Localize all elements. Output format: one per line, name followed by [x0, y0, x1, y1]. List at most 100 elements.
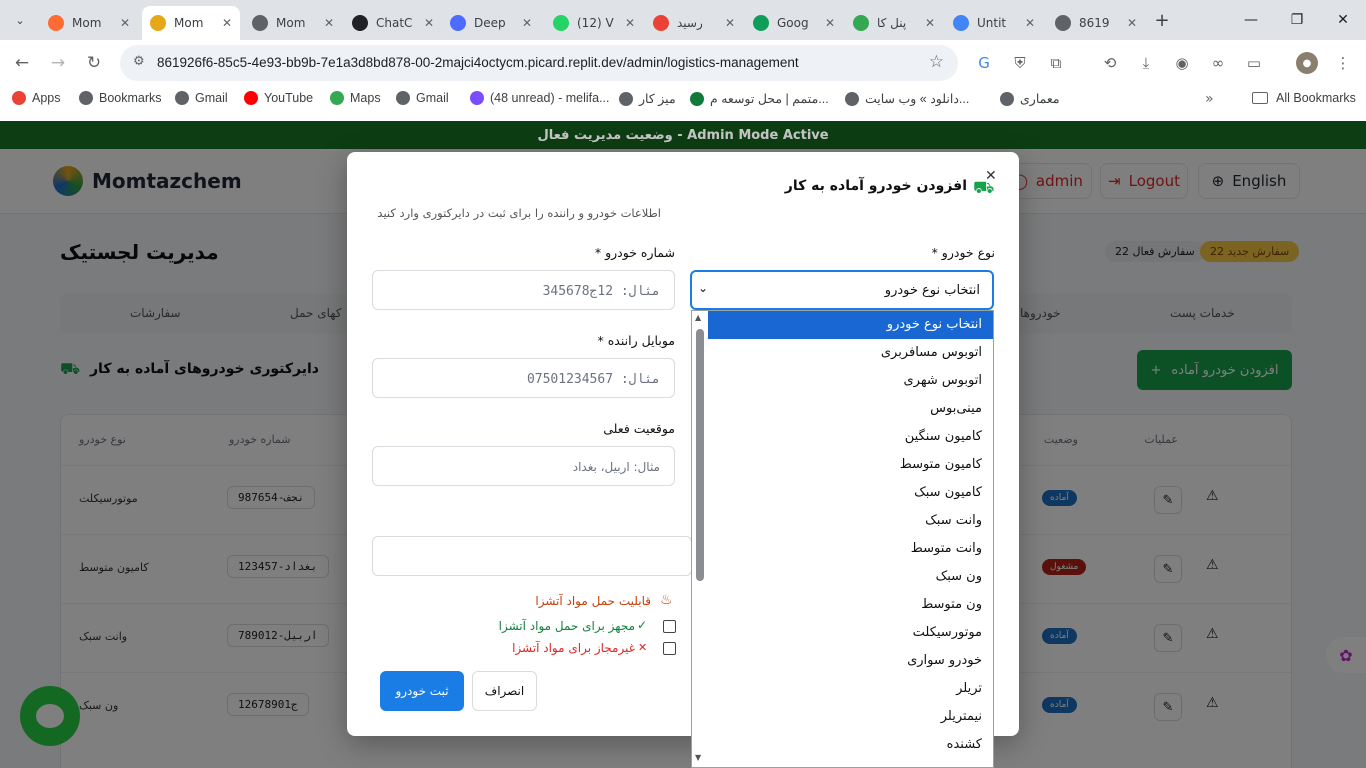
back-button[interactable]: ← — [8, 49, 36, 77]
bookmark-item[interactable]: دانلود » وب سایت... — [845, 91, 969, 106]
close-tab-icon[interactable]: ✕ — [522, 16, 532, 30]
browser-tab[interactable]: (12) V ✕ — [545, 6, 643, 40]
profile-avatar[interactable]: ● — [1296, 52, 1318, 74]
vehicle-type-option[interactable]: کامیون متوسط — [708, 451, 993, 479]
browser-tab[interactable]: Goog ✕ — [745, 6, 843, 40]
close-tab-icon[interactable]: ✕ — [825, 16, 835, 30]
close-tab-icon[interactable]: ✕ — [222, 16, 232, 30]
screenshot-icon[interactable]: ◉ — [1171, 52, 1193, 74]
forbidden-checkbox[interactable] — [663, 642, 676, 655]
bookmark-label: Gmail — [195, 91, 228, 105]
close-window-button[interactable]: ✕ — [1320, 0, 1366, 40]
vehicle-type-option[interactable]: ون متوسط — [708, 591, 993, 619]
allowed-label: مجهز برای حمل مواد آتشزا — [498, 619, 635, 633]
dialog-title: افزودن خودرو آماده به کار — [784, 178, 967, 194]
bookmark-item[interactable]: متمم | محل توسعه م... — [690, 91, 829, 106]
reading-mode-icon[interactable]: ▭ — [1243, 52, 1265, 74]
bookmark-item[interactable]: Gmail — [175, 91, 228, 105]
bookmark-item[interactable]: Apps — [12, 91, 61, 105]
close-tab-icon[interactable]: ✕ — [324, 16, 334, 30]
notes-input[interactable] — [372, 536, 692, 576]
vehicle-type-option[interactable]: کامیون سنگین — [708, 423, 993, 451]
browser-tab[interactable]: Mom ✕ — [244, 6, 342, 40]
vehicle-type-option[interactable]: وانت متوسط — [708, 535, 993, 563]
minimize-button[interactable]: — — [1228, 0, 1274, 40]
vehicle-type-option[interactable]: نیمتریلر — [708, 703, 993, 731]
allowed-checkbox[interactable] — [663, 620, 676, 633]
close-tab-icon[interactable]: ✕ — [1127, 16, 1137, 30]
vehicle-type-option[interactable]: موتورسیکلت — [708, 619, 993, 647]
extensions-icon[interactable]: ⧉ — [1045, 52, 1067, 74]
browser-tab[interactable]: رسید ✕ — [645, 6, 743, 40]
dropdown-scrollbar[interactable]: ▲ ▼ — [692, 311, 708, 767]
vehicle-type-option[interactable]: ون سبک — [708, 563, 993, 591]
cancel-button[interactable]: انصراف — [472, 671, 537, 711]
close-tab-icon[interactable]: ✕ — [1025, 16, 1035, 30]
vehicle-type-option[interactable]: کامیون سبک — [708, 479, 993, 507]
bookmark-favicon-icon — [12, 91, 26, 105]
scroll-up-arrow-icon[interactable]: ▲ — [695, 313, 701, 322]
tab-search-button[interactable]: ⌄ — [8, 8, 32, 32]
truck-title-icon: ⛟ — [973, 178, 995, 198]
vehicle-type-option[interactable]: انتخاب نوع خودرو — [708, 311, 993, 339]
vehicle-type-option[interactable]: خودرو سواری — [708, 647, 993, 675]
all-bookmarks-folder[interactable]: All Bookmarks — [1252, 91, 1356, 105]
vehicle-type-option[interactable]: اتوبوس مسافربری — [708, 339, 993, 367]
bookmark-item[interactable]: YouTube — [244, 91, 313, 105]
bookmark-item[interactable]: (48 unread) - melifa... — [470, 91, 610, 105]
tab-title: Mom — [174, 16, 204, 30]
bookmark-star-icon[interactable]: ☆ — [929, 52, 944, 72]
browser-tab[interactable]: Untit ✕ — [945, 6, 1043, 40]
location-input[interactable]: مثال: اربیل، بغداد — [372, 446, 675, 486]
menu-icon[interactable]: ⋮ — [1332, 52, 1354, 74]
tab-favicon-icon — [150, 15, 166, 31]
maximize-button[interactable]: ❐ — [1274, 0, 1320, 40]
tab-title: Deep — [474, 16, 506, 30]
new-tab-button[interactable]: + — [1150, 8, 1174, 32]
submit-vehicle-button[interactable]: ثبت خودرو — [380, 671, 464, 711]
vehicle-type-options-list[interactable]: ▲ ▼ انتخاب نوع خودرو اتوبوس مسافربری اتوبو… — [691, 310, 994, 768]
bookmark-item[interactable]: Maps — [330, 91, 381, 105]
plate-input[interactable]: مثال: 12ج345678 — [372, 270, 675, 310]
vehicle-type-option[interactable]: مینی‌بوس — [708, 395, 993, 423]
close-tab-icon[interactable]: ✕ — [424, 16, 434, 30]
reload-button[interactable]: ↻ — [80, 49, 108, 77]
close-tab-icon[interactable]: ✕ — [925, 16, 935, 30]
browser-tab[interactable]: ChatC ✕ — [344, 6, 442, 40]
browser-tab[interactable]: پنل کا ✕ — [845, 6, 943, 40]
bookmark-item[interactable]: Bookmarks — [79, 91, 162, 105]
vehicle-type-option[interactable]: اتوبوس شهری — [708, 367, 993, 395]
forbidden-label: غیرمجاز برای مواد آتشزا — [512, 641, 635, 655]
plate-placeholder: مثال: 12ج345678 — [542, 284, 660, 299]
bookmark-item[interactable]: معماری — [1000, 91, 1060, 106]
tab-favicon-icon — [953, 15, 969, 31]
bookmark-label: Apps — [32, 91, 61, 105]
bookmark-item[interactable]: میز کار — [619, 91, 676, 106]
close-tab-icon[interactable]: ✕ — [120, 16, 130, 30]
browser-tab[interactable]: 8619 ✕ — [1047, 6, 1145, 40]
vehicle-type-option[interactable]: کشنده — [708, 731, 993, 759]
browser-tab[interactable]: Mom ✕ — [40, 6, 138, 40]
translate-icon[interactable]: G — [973, 52, 995, 74]
forward-button[interactable]: → — [44, 49, 72, 77]
browser-tab[interactable]: Mom ✕ — [142, 6, 240, 40]
bookmark-item[interactable]: Gmail — [396, 91, 449, 105]
close-tab-icon[interactable]: ✕ — [625, 16, 635, 30]
scrollbar-thumb[interactable] — [696, 329, 704, 581]
close-tab-icon[interactable]: ✕ — [725, 16, 735, 30]
address-bar[interactable]: ⚙ 861926f6-85c5-4e93-bb9b-7e1a3d8bd878-0… — [120, 45, 958, 81]
browser-tab[interactable]: Deep ✕ — [442, 6, 540, 40]
vehicle-type-option[interactable]: وانت سبک — [708, 507, 993, 535]
scroll-down-arrow-icon[interactable]: ▼ — [695, 753, 701, 762]
mobile-input[interactable]: مثال: 07501234567 — [372, 358, 675, 398]
download-icon[interactable]: ⤓ — [1135, 52, 1157, 74]
site-info-icon[interactable]: ⚙ — [133, 54, 145, 69]
link-icon[interactable]: ∞ — [1207, 52, 1229, 74]
shield-extension-icon[interactable]: ⛨ — [1009, 52, 1031, 74]
tab-favicon-icon — [753, 15, 769, 31]
vehicle-type-option[interactable]: تریلر — [708, 675, 993, 703]
vehicle-type-select[interactable]: ⌄ انتخاب نوع خودرو — [690, 270, 994, 310]
browser-toolbar: ← → ↻ ⚙ 861926f6-85c5-4e93-bb9b-7e1a3d8b… — [0, 40, 1366, 86]
history-icon[interactable]: ⟲ — [1099, 52, 1121, 74]
more-bookmarks-icon[interactable]: » — [1205, 91, 1214, 107]
